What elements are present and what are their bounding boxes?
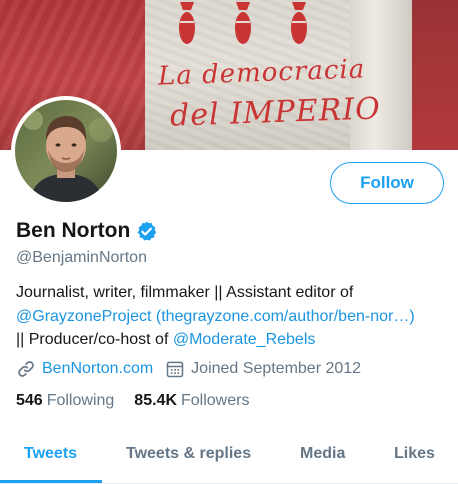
display-name: Ben Norton <box>16 219 158 243</box>
bomb-icon <box>235 2 251 44</box>
handle: @BenjaminNorton <box>16 249 147 266</box>
banner-red-wall-right <box>412 0 458 150</box>
bio-line-3-prefix: || Producer/co-host of <box>16 331 173 348</box>
tab-tweets-and-replies[interactable]: Tweets & replies <box>126 445 251 463</box>
profile-avatar[interactable] <box>11 96 121 206</box>
bio-line-2: @GrayzoneProject (thegrayzone.com/author… <box>16 305 452 329</box>
bio-line-3: || Producer/co-host of @Moderate_Rebels <box>16 328 452 352</box>
graffiti-text-line2: del IMPERIO <box>169 91 382 134</box>
follow-stats: 546 Following 85.4K Followers <box>16 392 269 410</box>
bio-line-1: Journalist, writer, filmmaker || Assista… <box>16 284 354 301</box>
profile-tabs: Tweets Tweets & replies Media Likes <box>0 428 458 484</box>
following-stat[interactable]: 546 Following <box>16 392 114 410</box>
avatar-photo <box>15 100 117 202</box>
follow-button[interactable]: Follow <box>330 162 444 204</box>
followers-label: Followers <box>181 392 250 409</box>
tab-media[interactable]: Media <box>300 445 345 463</box>
followers-stat[interactable]: 85.4K Followers <box>134 392 249 410</box>
mention-moderate-rebels-link[interactable]: @Moderate_Rebels <box>173 331 316 348</box>
mention-grayzone-link[interactable]: @GrayzoneProject <box>16 308 151 325</box>
calendar-icon <box>166 361 184 378</box>
profile-bio: Journalist, writer, filmmaker || Assista… <box>16 281 452 352</box>
website-link[interactable]: BenNorton.com <box>42 360 153 378</box>
joined-date: Joined September 2012 <box>191 360 362 377</box>
bomb-icon <box>179 2 195 44</box>
tab-likes[interactable]: Likes <box>394 445 435 463</box>
link-icon <box>18 361 34 377</box>
tab-tweets[interactable]: Tweets <box>24 445 77 463</box>
profile-meta: BenNorton.com Joined September 2012 <box>16 358 361 380</box>
bomb-icon <box>291 2 307 44</box>
following-count: 546 <box>16 392 43 409</box>
following-label: Following <box>46 392 115 409</box>
followers-count: 85.4K <box>134 392 177 409</box>
verified-badge-icon <box>138 220 157 241</box>
display-name-text: Ben Norton <box>16 219 131 242</box>
grayzone-url-link[interactable]: (thegrayzone.com/author/ben-nor…) <box>156 308 415 325</box>
